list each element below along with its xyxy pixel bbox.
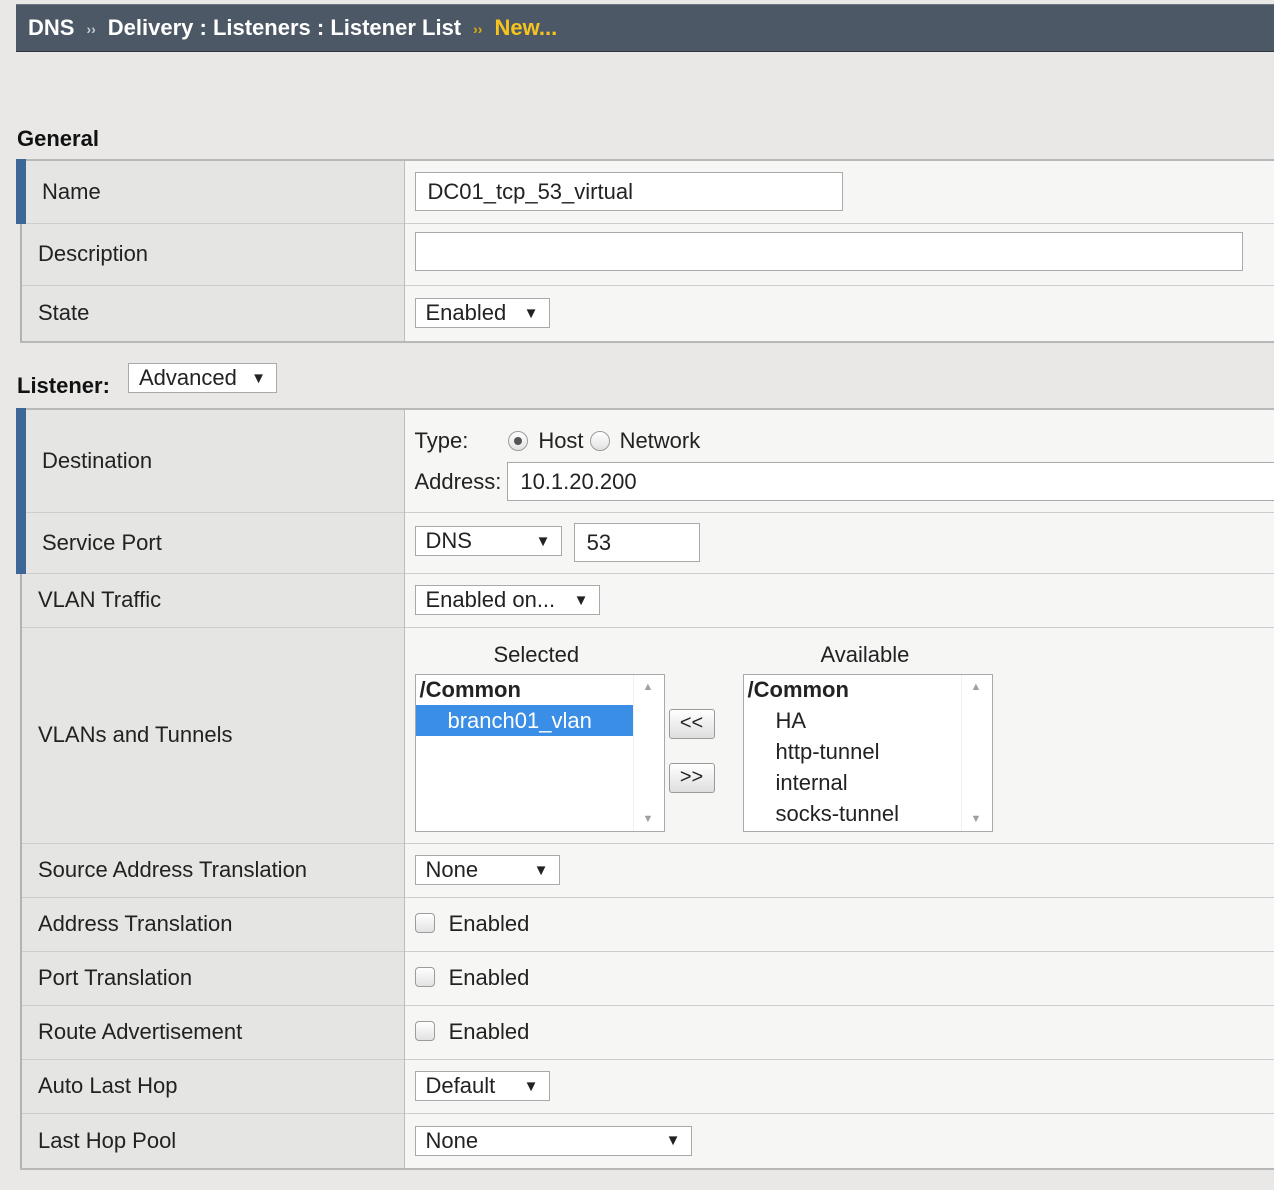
general-table: Name DC01_tcp_53_virtual Description Sta… bbox=[16, 159, 1274, 343]
listener-table: Destination Type: Host Network Address: … bbox=[16, 408, 1274, 1170]
selected-list-scrollbar[interactable]: ▲ ▼ bbox=[632, 674, 664, 831]
name-label: Name bbox=[16, 159, 405, 223]
selected-group: /Common bbox=[419, 676, 521, 702]
route-advertisement-label: Route Advertisement bbox=[20, 1004, 405, 1059]
dropdown-arrow-icon: ▼ bbox=[573, 591, 589, 609]
type-label: Type: bbox=[414, 428, 469, 453]
available-vlan-option[interactable]: internal bbox=[744, 767, 992, 798]
breadcrumb-current: New... bbox=[494, 15, 558, 40]
route-advertisement-checkbox[interactable] bbox=[414, 1021, 435, 1041]
state-label: State bbox=[20, 284, 405, 343]
breadcrumb-separator-icon: ›› bbox=[86, 21, 96, 37]
type-host-radio[interactable] bbox=[508, 431, 529, 451]
available-vlans-list[interactable]: /Common HA http-tunnel internal socks-tu… bbox=[742, 673, 993, 832]
dropdown-arrow-icon: ▼ bbox=[523, 1077, 539, 1095]
vlan-traffic-select[interactable]: Enabled on... ▼ bbox=[414, 585, 600, 615]
auto-last-hop-select[interactable]: Default ▼ bbox=[414, 1071, 550, 1101]
service-port-input[interactable]: 53 bbox=[573, 523, 700, 562]
address-label: Address: bbox=[414, 468, 502, 494]
vlan-traffic-label: VLAN Traffic bbox=[20, 572, 405, 627]
snat-value: None bbox=[425, 857, 479, 882]
selected-header: Selected bbox=[493, 641, 580, 667]
selected-vlans-list[interactable]: /Common branch01_vlan ▲ ▼ bbox=[414, 673, 665, 832]
scroll-down-icon[interactable]: ▼ bbox=[971, 813, 982, 825]
service-port-select[interactable]: DNS ▼ bbox=[414, 526, 562, 557]
address-translation-checkbox[interactable] bbox=[414, 913, 435, 933]
available-header: Available bbox=[820, 641, 910, 667]
auto-last-hop-label: Auto Last Hop bbox=[20, 1058, 405, 1113]
breadcrumb-bar: DNS ›› Delivery : Listeners : Listener L… bbox=[16, 4, 1274, 52]
listener-mode-value: Advanced bbox=[139, 365, 237, 390]
vlan-traffic-value: Enabled on... bbox=[425, 587, 556, 612]
route-advertisement-check-label[interactable]: Enabled bbox=[449, 1019, 530, 1044]
description-label: Description bbox=[20, 222, 405, 285]
scroll-down-icon[interactable]: ▼ bbox=[643, 813, 654, 825]
vlans-tunnels-label: VLANs and Tunnels bbox=[20, 626, 405, 843]
breadcrumb-separator-icon: ›› bbox=[473, 21, 483, 37]
selected-vlan-option[interactable]: branch01_vlan bbox=[415, 704, 634, 736]
type-host-label[interactable]: Host bbox=[538, 428, 583, 454]
snat-select[interactable]: None ▼ bbox=[414, 855, 560, 885]
dropdown-arrow-icon: ▼ bbox=[535, 532, 551, 550]
move-to-selected-button[interactable]: << bbox=[668, 708, 715, 739]
available-group: /Common bbox=[747, 676, 849, 702]
available-vlan-option[interactable]: http-tunnel bbox=[744, 736, 992, 767]
move-to-available-button[interactable]: >> bbox=[668, 762, 715, 793]
description-input[interactable] bbox=[414, 231, 1243, 271]
snat-label: Source Address Translation bbox=[20, 842, 405, 897]
scroll-up-icon[interactable]: ▲ bbox=[643, 681, 654, 693]
address-input[interactable]: 10.1.20.200 bbox=[507, 462, 1274, 501]
service-port-label: Service Port bbox=[16, 511, 405, 573]
available-vlan-option[interactable]: HA bbox=[744, 705, 992, 736]
listener-mode-select[interactable]: Advanced ▼ bbox=[128, 363, 277, 393]
breadcrumb-item-listener-list[interactable]: Delivery : Listeners : Listener List bbox=[108, 15, 461, 41]
port-translation-check-label[interactable]: Enabled bbox=[449, 965, 530, 990]
listener-section-title: Listener: bbox=[17, 373, 110, 398]
auto-last-hop-value: Default bbox=[425, 1073, 496, 1098]
address-translation-check-label[interactable]: Enabled bbox=[449, 911, 530, 936]
state-select[interactable]: Enabled ▼ bbox=[414, 298, 550, 329]
available-list-scrollbar[interactable]: ▲ ▼ bbox=[960, 674, 992, 831]
available-vlan-option[interactable]: socks-tunnel bbox=[744, 798, 992, 829]
dropdown-arrow-icon: ▼ bbox=[251, 369, 266, 387]
destination-label: Destination bbox=[16, 408, 405, 512]
type-network-label[interactable]: Network bbox=[620, 428, 701, 454]
dropdown-arrow-icon: ▼ bbox=[523, 304, 539, 322]
breadcrumb-item-dns[interactable]: DNS bbox=[28, 15, 74, 41]
service-port-select-value: DNS bbox=[425, 528, 472, 554]
type-network-radio[interactable] bbox=[589, 431, 610, 451]
scroll-up-icon[interactable]: ▲ bbox=[971, 681, 982, 693]
dropdown-arrow-icon: ▼ bbox=[533, 861, 549, 879]
name-input[interactable]: DC01_tcp_53_virtual bbox=[414, 172, 843, 212]
dropdown-arrow-icon: ▼ bbox=[665, 1132, 681, 1150]
general-section-title: General bbox=[17, 126, 99, 151]
last-hop-pool-select[interactable]: None ▼ bbox=[414, 1125, 692, 1156]
port-translation-label: Port Translation bbox=[20, 950, 405, 1005]
state-select-value: Enabled bbox=[425, 300, 507, 326]
last-hop-pool-label: Last Hop Pool bbox=[20, 1112, 405, 1170]
address-translation-label: Address Translation bbox=[20, 896, 405, 951]
last-hop-pool-value: None bbox=[425, 1127, 479, 1153]
port-translation-checkbox[interactable] bbox=[414, 967, 435, 987]
